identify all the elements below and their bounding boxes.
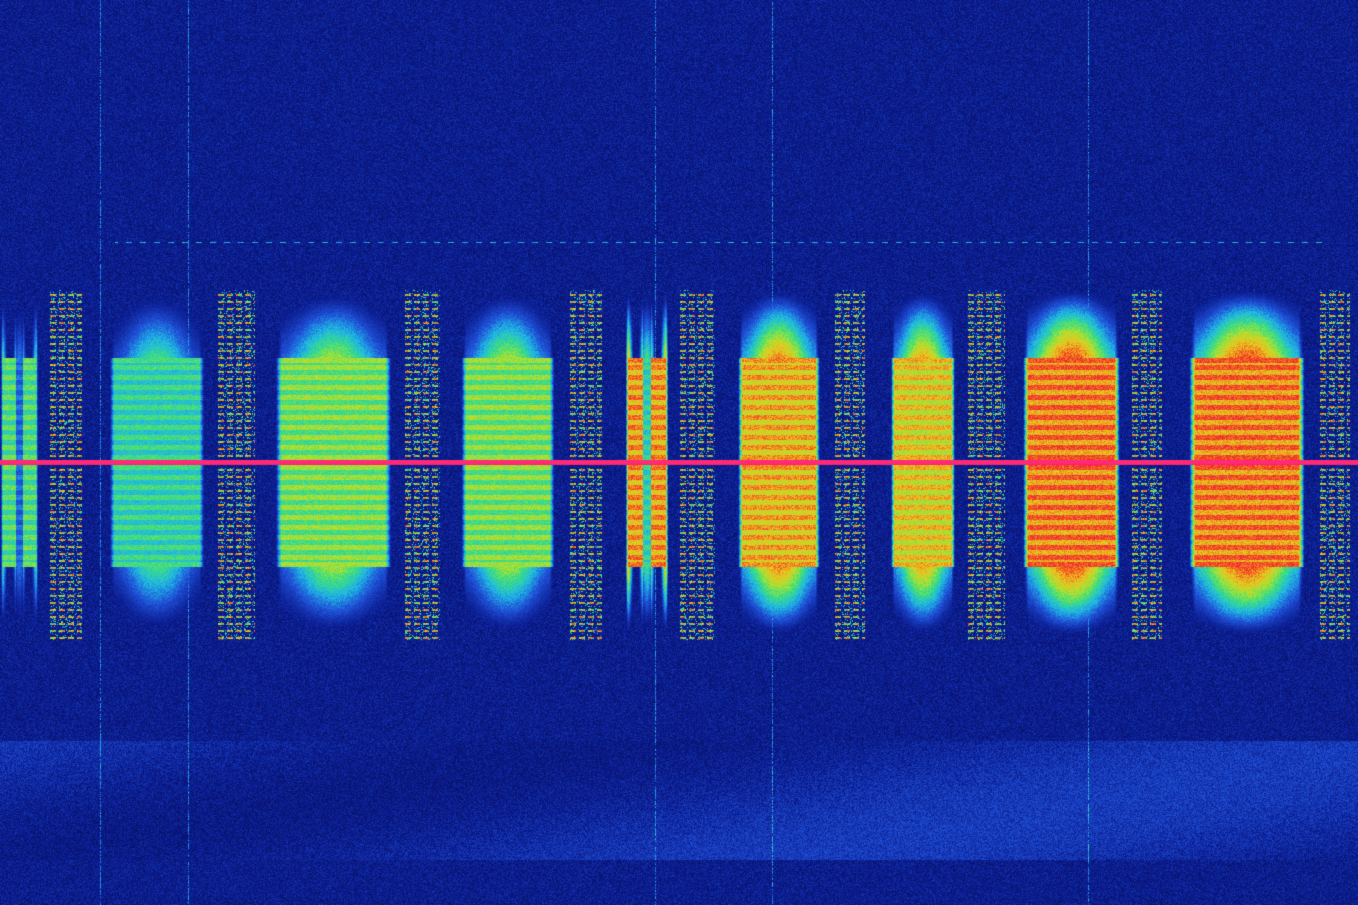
- spectrogram-image: [0, 0, 1358, 905]
- spectrogram-view: [0, 0, 1358, 905]
